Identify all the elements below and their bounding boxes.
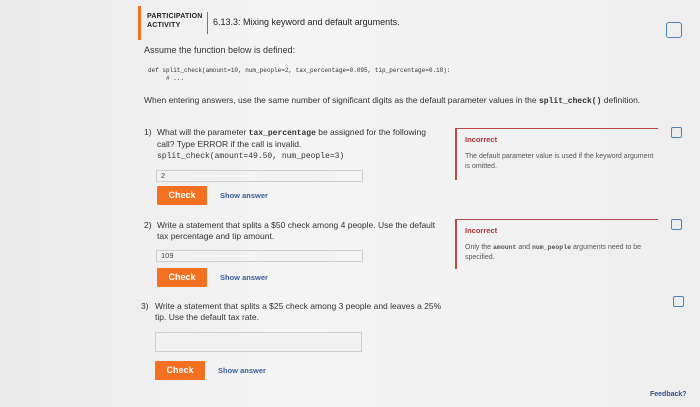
q1-number: 1) [144,127,152,137]
q1-status-checkbox-icon [671,127,682,138]
q1-param: tax_percentage [248,129,316,138]
q2-show-answer-link[interactable]: Show answer [220,273,268,282]
q1-show-answer-link[interactable]: Show answer [220,191,268,200]
q2-feedback-mono2: num_people [532,244,572,251]
code-line-body: # ... [166,75,185,82]
q2-feedback-mid: and [516,244,532,251]
q2-text: Write a statement that splits a $50 chec… [157,220,436,241]
q2-feedback: Incorrect Only the amount and num_people… [455,219,658,269]
q2-feedback-text: Only the amount and num_people arguments… [465,243,658,263]
q1-feedback-text: The default parameter value is used if t… [465,153,654,170]
q3-number: 3) [141,301,149,311]
instructions: When entering answers, use the same numb… [144,95,659,107]
instructions-before: When entering answers, use the same numb… [144,95,539,105]
header-divider [207,12,208,34]
activity-header: PARTICIPATION ACTIVITY 6.13.3: Mixing ke… [138,6,690,40]
code-line-def: def split_check(amount=10, num_people=2,… [148,67,451,74]
q2-feedback-mono1: amount [493,244,517,251]
q2-status-checkbox-icon [671,219,682,230]
q1-answer-input[interactable]: 2 [156,170,363,182]
activity-title: 6.13.3: Mixing keyword and default argum… [213,17,400,27]
participation-activity-label: PARTICIPATION ACTIVITY [147,13,203,29]
q2-number: 2) [144,220,152,230]
q3-text: Write a statement that splits a $25 chec… [155,301,442,322]
instructions-after: definition. [601,95,641,105]
q2-check-button[interactable]: Check [157,268,207,287]
activity-frame: PARTICIPATION ACTIVITY 6.13.3: Mixing ke… [0,0,700,407]
instructions-func: split_check() [539,97,602,106]
q2-answer-input[interactable]: 109 [156,250,363,262]
q1-feedback: Incorrect The default parameter value is… [455,128,658,180]
q2-feedback-before: Only the [465,244,494,251]
q3-check-button[interactable]: Check [155,361,205,380]
q3-show-answer-link[interactable]: Show answer [218,366,266,375]
feedback-link[interactable]: Feedback? [650,391,687,398]
q2-feedback-title: Incorrect [465,226,498,235]
q3-answer-input[interactable] [155,332,362,352]
q1-check-button[interactable]: Check [157,186,207,205]
q1-feedback-title: Incorrect [465,135,498,144]
q3-status-checkbox-icon [673,296,684,307]
activity-complete-checkbox-icon [666,22,682,38]
q1-text: What will the parameter tax_percentage b… [157,127,432,150]
q1-code: split_check(amount=49.50, num_people=3) [157,152,345,161]
intro-text: Assume the function below is defined: [144,45,296,55]
q1-text-before: What will the parameter [157,127,249,137]
